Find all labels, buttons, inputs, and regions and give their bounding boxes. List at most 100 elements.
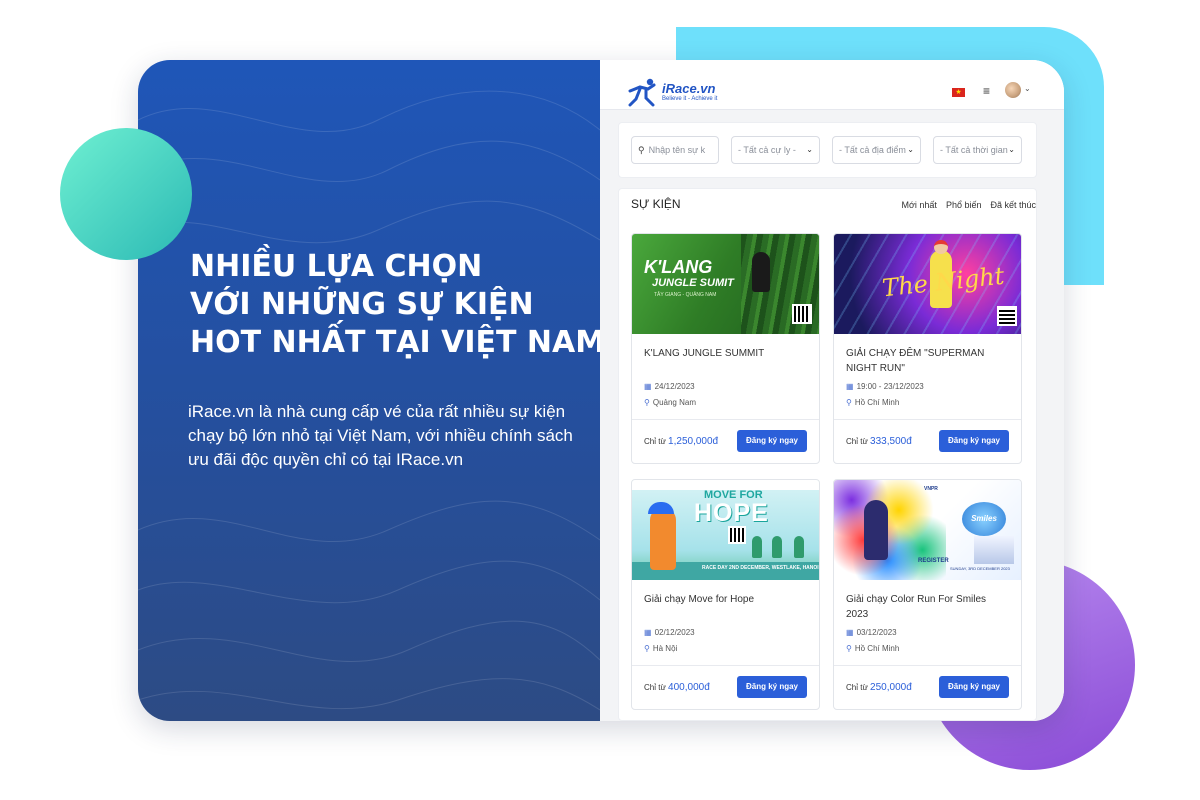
price-prefix: Chỉ từ [644, 437, 666, 446]
qr-code-icon [728, 526, 746, 544]
qr-code-icon [792, 304, 812, 324]
event-name[interactable]: Giải chạy Color Run For Smiles 2023 [846, 592, 1006, 622]
promo-stage: NHIỀU LỰA CHỌN VỚI NHỮNG SỰ KIỆN HOT NHẤ… [0, 0, 1200, 800]
banner-text: Smiles [962, 502, 1006, 536]
tab-newest[interactable]: Mới nhất [902, 200, 937, 210]
events-title: SỰ KIỆN [631, 197, 681, 211]
chevron-down-icon: ⌄ [1008, 145, 1015, 154]
banner-text: VNPR [924, 486, 938, 492]
event-location: ⚲ Hồ Chí Minh [846, 398, 899, 407]
event-date: ▦ 24/12/2023 [644, 382, 695, 391]
event-price: Chỉ từ 250,000đ [846, 682, 912, 693]
app-header: iRace.vn Believe it - Achieve it ★ ≡ ⌄ [600, 60, 1064, 110]
logo-tagline: Believe it - Achieve it [662, 96, 718, 102]
price-value: 333,500đ [870, 436, 912, 447]
register-button[interactable]: Đăng ký ngay [939, 676, 1009, 698]
distance-select[interactable]: - Tất cả cự ly - ⌄ [731, 136, 820, 164]
qr-code-icon [997, 306, 1017, 326]
filter-bar: ⚲ Nhập tên sự k - Tất cả cự ly - ⌄ - Tất … [618, 122, 1037, 178]
price-prefix: Chỉ từ [846, 437, 868, 446]
promo-card: NHIỀU LỰA CHỌN VỚI NHỮNG SỰ KIỆN HOT NHẤ… [138, 60, 1064, 721]
calendar-icon: ▦ [846, 628, 854, 637]
app-screenshot: iRace.vn Believe it - Achieve it ★ ≡ ⌄ ⚲… [600, 60, 1064, 721]
time-select-value: - Tất cả thời gian [940, 145, 1008, 155]
register-button[interactable]: Đăng ký ngay [939, 430, 1009, 452]
tab-popular[interactable]: Phổ biến [946, 200, 982, 210]
events-section: SỰ KIỆN Mới nhất Phổ biến Đã kết thúc K'… [618, 188, 1037, 721]
event-price: Chỉ từ 1,250,000đ [644, 436, 718, 447]
event-search-input[interactable]: ⚲ Nhập tên sự k [631, 136, 719, 164]
price-value: 250,000đ [870, 682, 912, 693]
event-date-text: 19:00 - 23/12/2023 [856, 382, 924, 391]
hero-description: iRace.vn là nhà cung cấp vé của rất nhiề… [188, 402, 573, 469]
time-select[interactable]: - Tất cả thời gian ⌄ [933, 136, 1022, 164]
event-date: ▦ 03/12/2023 [846, 628, 897, 637]
runner-logo-icon [626, 77, 660, 107]
calendar-icon: ▦ [644, 628, 652, 637]
location-pin-icon: ⚲ [846, 644, 852, 653]
search-placeholder: Nhập tên sự k [648, 145, 706, 155]
banner-text: RACE DAY 2ND DECEMBER, WESTLAKE, HANOI [702, 565, 819, 571]
event-date-text: 24/12/2023 [654, 382, 695, 391]
vietnam-flag-icon[interactable]: ★ [952, 88, 965, 97]
location-pin-icon: ⚲ [644, 644, 650, 653]
hero-headline-line: VỚI NHỮNG SỰ KIỆN [190, 287, 534, 322]
event-card[interactable]: RACE DAY 2ND DECEMBER, WESTLAKE, HANOI M… [631, 479, 820, 710]
event-card[interactable]: The Night GIẢI CHẠY ĐÊM "SUPERMAN NIGHT … [833, 233, 1022, 464]
hamburger-menu-icon[interactable]: ≡ [983, 84, 990, 98]
calendar-icon: ▦ [846, 382, 854, 391]
event-location: ⚲ Quảng Nam [644, 398, 696, 407]
topographic-pattern [138, 90, 600, 711]
chevron-down-icon: ⌄ [806, 145, 813, 154]
logo-title: iRace.vn [662, 81, 716, 96]
register-button[interactable]: Đăng ký ngay [737, 676, 807, 698]
location-pin-icon: ⚲ [644, 398, 650, 407]
event-date-text: 03/12/2023 [856, 628, 897, 637]
location-select-value: - Tất cả địa điểm [839, 145, 906, 155]
event-location-text: Quảng Nam [652, 398, 696, 407]
banner-text: JUNGLE SUMIT [652, 277, 734, 289]
hero-panel: NHIỀU LỰA CHỌN VỚI NHỮNG SỰ KIỆN HOT NHẤ… [138, 60, 600, 721]
location-select[interactable]: - Tất cả địa điểm ⌄ [832, 136, 921, 164]
search-icon: ⚲ [638, 145, 645, 155]
event-location-text: Hà Nội [652, 644, 678, 653]
event-banner[interactable]: RACE DAY 2ND DECEMBER, WESTLAKE, HANOI M… [632, 480, 819, 580]
sort-tabs: Mới nhất Phổ biến Đã kết thúc [902, 200, 1036, 210]
calendar-icon: ▦ [644, 382, 652, 391]
price-prefix: Chỉ từ [846, 683, 868, 692]
banner-text: SUNDAY, 3RD DECEMBER 2023 [950, 566, 1010, 571]
event-location: ⚲ Hồ Chí Minh [846, 644, 899, 653]
event-date: ▦ 19:00 - 23/12/2023 [846, 382, 924, 391]
hero-headline-line: NHIỀU LỰA CHỌN [190, 249, 483, 284]
event-price: Chỉ từ 333,500đ [846, 436, 912, 447]
event-location-text: Hồ Chí Minh [854, 644, 900, 653]
location-pin-icon: ⚲ [846, 398, 852, 407]
distance-select-value: - Tất cả cự ly - [738, 145, 796, 155]
event-card[interactable]: K'LANG JUNGLE SUMIT TÂY GIANG - QUẢNG NA… [631, 233, 820, 464]
price-value: 1,250,000đ [668, 436, 719, 447]
register-button[interactable]: Đăng ký ngay [737, 430, 807, 452]
price-prefix: Chỉ từ [644, 683, 666, 692]
event-banner[interactable]: The Night [834, 234, 1021, 334]
banner-text: HOPE [694, 499, 769, 527]
hero-headline-line: HOT NHẤT TẠI VIỆT NAM [190, 325, 600, 360]
event-banner[interactable]: K'LANG JUNGLE SUMIT TÂY GIANG - QUẢNG NA… [632, 234, 819, 334]
user-avatar[interactable] [1005, 82, 1021, 98]
event-price: Chỉ từ 400,000đ [644, 682, 710, 693]
chevron-down-icon[interactable]: ⌄ [1024, 84, 1031, 93]
event-name[interactable]: K'LANG JUNGLE SUMMIT [644, 346, 804, 361]
price-value: 400,000đ [668, 682, 710, 693]
event-location-text: Hồ Chí Minh [854, 398, 900, 407]
event-date: ▦ 02/12/2023 [644, 628, 695, 637]
event-date-text: 02/12/2023 [654, 628, 695, 637]
tab-finished[interactable]: Đã kết thúc [990, 200, 1036, 210]
irace-logo[interactable]: iRace.vn Believe it - Achieve it [626, 77, 717, 107]
event-banner[interactable]: VNPR Smiles REGISTER SUNDAY, 3RD DECEMBE… [834, 480, 1021, 580]
banner-text: REGISTER [918, 558, 949, 564]
banner-text: TÂY GIANG - QUẢNG NAM [654, 292, 717, 298]
event-name[interactable]: Giải chạy Move for Hope [644, 592, 804, 607]
event-name[interactable]: GIẢI CHẠY ĐÊM "SUPERMAN NIGHT RUN" [846, 346, 1006, 376]
event-card[interactable]: VNPR Smiles REGISTER SUNDAY, 3RD DECEMBE… [833, 479, 1022, 710]
decorative-teal-circle [60, 128, 192, 260]
event-location: ⚲ Hà Nội [644, 644, 677, 653]
